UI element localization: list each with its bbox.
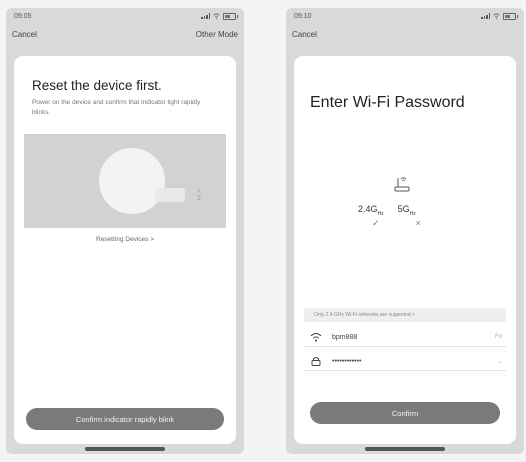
- status-bar: 09:10: [286, 8, 524, 24]
- band-5ghz: 5GHz: [397, 204, 416, 217]
- reset-instructions: Power on the device and confirm that ind…: [32, 99, 201, 116]
- signal-icon: [201, 13, 210, 19]
- reset-card: Reset the device first. Power on the dev…: [14, 56, 236, 444]
- check-icon: ✓: [372, 218, 380, 228]
- phone-screen-wifi: 09:10 Cancel Enter Wi-Fi Password 2.4GHz: [286, 8, 524, 454]
- status-time: 09:05: [14, 12, 32, 20]
- device-illustration: + 2: [24, 134, 226, 228]
- home-indicator: [365, 447, 445, 451]
- page-title: Enter Wi-Fi Password: [310, 94, 465, 111]
- nav-bar: Cancel: [286, 26, 524, 42]
- band-options: 2.4GHz 5GHz: [358, 204, 416, 217]
- wifi-name-field[interactable]: bpm888 Fo: [304, 328, 506, 347]
- status-icons: [481, 12, 518, 20]
- lock-icon: [311, 357, 321, 366]
- band-notice-link[interactable]: Only 2.4 GHz Wi-Fi networks are supporte…: [304, 308, 506, 322]
- status-bar: 09:05: [6, 8, 244, 24]
- illustration-label: + 2: [197, 188, 202, 202]
- wifi-icon: [213, 13, 220, 19]
- router-icon: [394, 177, 410, 192]
- wifi-icon: [493, 13, 500, 19]
- password-visibility-toggle[interactable]: ⌄: [497, 358, 502, 365]
- band-24ghz: 2.4GHz: [358, 204, 384, 217]
- nav-bar: Cancel Other Mode: [6, 26, 244, 42]
- password-value: ••••••••••••: [332, 357, 362, 365]
- phone-screen-reset: 09:05 Cancel Other Mode Reset the device…: [6, 8, 244, 454]
- cross-icon: ×: [415, 218, 421, 228]
- confirm-button[interactable]: Confirm: [310, 402, 500, 424]
- resetting-devices-link[interactable]: Resetting Devices >: [14, 236, 236, 243]
- other-mode-link[interactable]: Other Mode: [196, 30, 238, 39]
- battery-icon: [503, 12, 518, 20]
- home-indicator: [85, 447, 165, 451]
- confirm-blink-button[interactable]: Confirm indicator rapidly blink: [26, 408, 224, 430]
- signal-icon: [481, 13, 490, 19]
- cancel-link[interactable]: Cancel: [12, 30, 37, 39]
- page-title: Reset the device first.: [32, 78, 162, 93]
- change-network-link[interactable]: Fo: [495, 334, 502, 340]
- wifi-name-value: bpm888: [332, 333, 358, 341]
- device-icon: + 2: [99, 148, 201, 214]
- battery-icon: [223, 12, 238, 20]
- device-plug-icon: [155, 188, 185, 202]
- status-time: 09:10: [294, 12, 312, 20]
- band-support-marks: ✓ ×: [372, 218, 421, 229]
- wifi-card: Enter Wi-Fi Password 2.4GHz 5GHz ✓ × Onl…: [294, 56, 516, 444]
- status-icons: [201, 12, 238, 20]
- cancel-link[interactable]: Cancel: [292, 30, 317, 39]
- password-field[interactable]: •••••••••••• ⌄: [304, 352, 506, 371]
- wifi-icon: [310, 333, 322, 342]
